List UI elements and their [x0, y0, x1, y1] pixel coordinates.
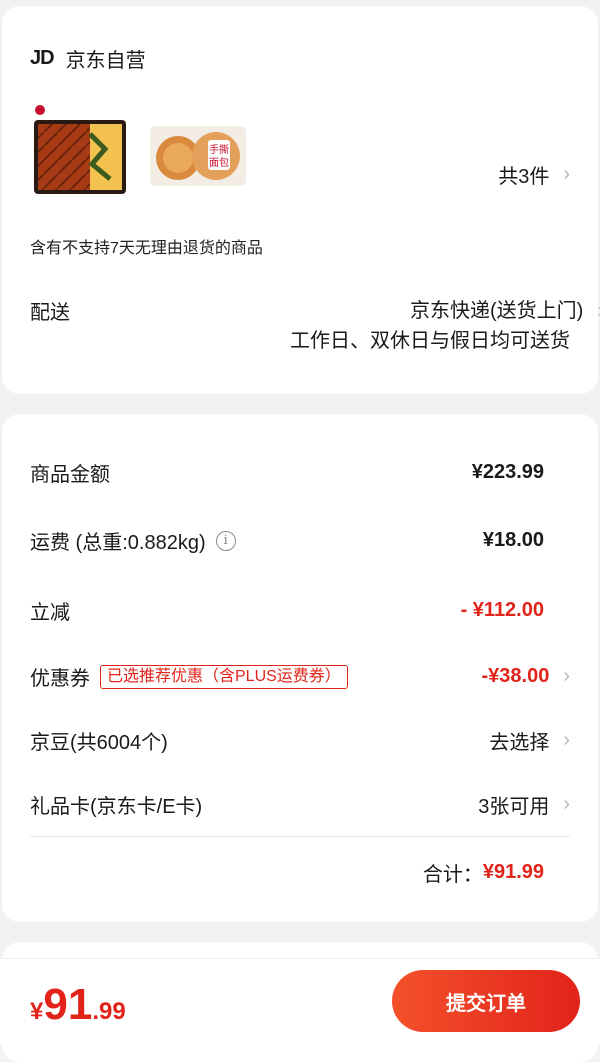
- store-header[interactable]: JD 京东自营: [30, 44, 146, 73]
- currency-symbol: ¥: [30, 998, 44, 1025]
- jd-logo: JD: [30, 47, 55, 69]
- gift-card-label: 礼品卡(京东卡/E卡): [30, 796, 203, 818]
- product-image-eel-rice[interactable]: [30, 104, 128, 196]
- jd-beans-value: 去选择: [489, 732, 550, 754]
- chevron-right-icon: ›: [563, 729, 570, 751]
- product-image-bread[interactable]: 手撕 面包: [150, 126, 246, 186]
- coupon-value: -¥38.00: [481, 665, 550, 687]
- chevron-right-icon: ›: [563, 793, 570, 815]
- coupon-label: 优惠券: [30, 668, 90, 690]
- shipping-row: 运费 (总重:0.882kg) i ¥18.00: [30, 526, 570, 555]
- subtotal-value: ¥91.99: [482, 861, 544, 883]
- svg-text:面包: 面包: [209, 156, 229, 169]
- chevron-right-icon: ›: [563, 163, 570, 185]
- divider: [30, 836, 570, 837]
- subtotal-row: 合计： ¥91.99: [423, 858, 544, 887]
- svg-text:手撕: 手撕: [209, 143, 229, 156]
- instant-discount-value: - ¥112.00: [460, 599, 544, 621]
- chevron-right-icon: ›: [563, 665, 570, 687]
- shipping-label: 运费 (总重:0.882kg): [30, 532, 206, 554]
- gift-card-value: 3张可用: [478, 796, 550, 818]
- jd-beans-row[interactable]: 京豆(共6004个) 去选择 ›: [30, 726, 570, 755]
- goods-amount-row: 商品金额 ¥223.99: [30, 458, 570, 487]
- product-count-label: 共3件: [498, 166, 550, 188]
- jd-beans-label: 京豆(共6004个): [30, 732, 168, 754]
- delivery-method: 京东快递(送货上门): [410, 300, 584, 322]
- info-icon[interactable]: i: [215, 530, 236, 551]
- product-count[interactable]: 共3件 ›: [498, 160, 570, 189]
- price-integer: 91: [43, 980, 93, 1029]
- instant-discount-label: 立减: [30, 602, 70, 624]
- shipping-value: ¥18.00: [482, 529, 544, 551]
- goods-amount-value: ¥223.99: [471, 461, 544, 483]
- total-price: ¥91.99: [30, 980, 126, 1030]
- product-thumbnails[interactable]: 手撕 面包: [30, 104, 246, 196]
- subtotal-label: 合计：: [422, 864, 483, 886]
- delivery-label: 配送: [30, 302, 70, 324]
- goods-amount-label: 商品金额: [30, 464, 110, 486]
- gift-card-row[interactable]: 礼品卡(京东卡/E卡) 3张可用 ›: [30, 790, 570, 819]
- price-decimal: .99: [92, 998, 126, 1025]
- coupon-tag: 已选推荐优惠（含PLUS运费券）: [100, 664, 348, 689]
- delivery-selector[interactable]: 京东快递(送货上门) › 工作日、双休日与假日均可送货: [290, 296, 600, 356]
- delivery-note: 工作日、双休日与假日均可送货: [290, 330, 570, 352]
- store-name: 京东自营: [65, 50, 146, 72]
- instant-discount-row: 立减 - ¥112.00: [30, 596, 570, 625]
- coupon-row[interactable]: 优惠券 已选推荐优惠（含PLUS运费券） -¥38.00 ›: [30, 662, 570, 691]
- submit-order-button[interactable]: 提交订单: [392, 970, 580, 1032]
- return-policy-notice: 含有不支持7天无理由退货的商品: [30, 240, 263, 257]
